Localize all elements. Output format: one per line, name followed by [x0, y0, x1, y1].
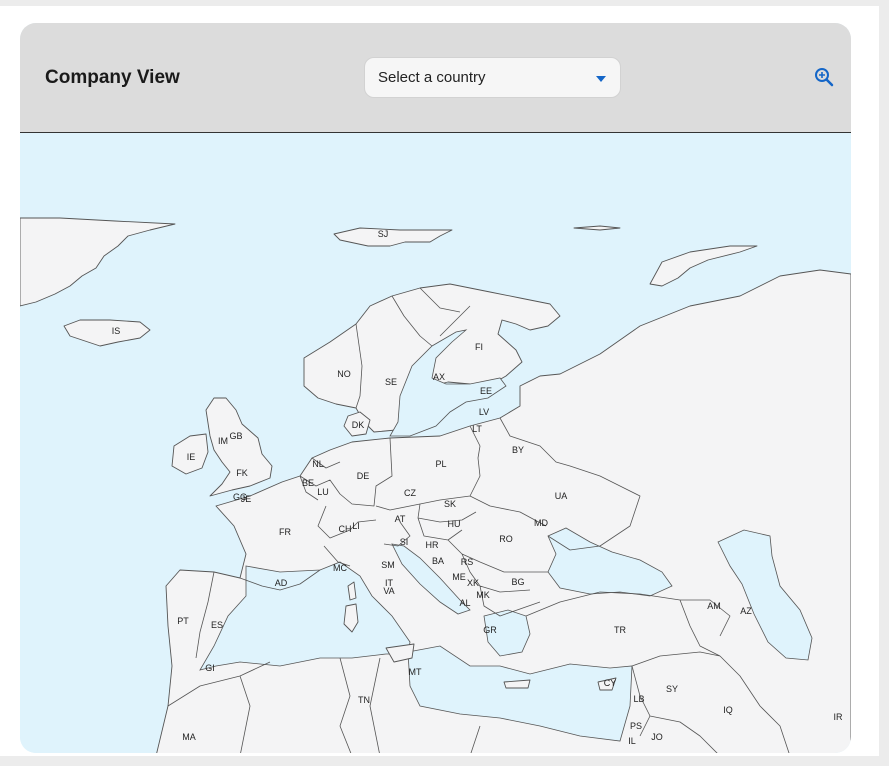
label-is: IS	[112, 326, 121, 336]
label-iq: IQ	[723, 705, 733, 715]
label-cz: CZ	[404, 488, 416, 498]
map-svg[interactable]: SJ IS FI NO SE AX EE LV LT DK IE IM GB B…	[20, 133, 851, 753]
label-at: AT	[395, 514, 406, 524]
greenland-shape	[20, 217, 176, 307]
label-lt: LT	[472, 424, 482, 434]
label-am: AM	[707, 601, 721, 611]
europe-map[interactable]: SJ IS FI NO SE AX EE LV LT DK IE IM GB B…	[20, 133, 851, 753]
label-sk: SK	[444, 499, 456, 509]
label-be: BE	[302, 478, 314, 488]
label-md: MD	[534, 518, 548, 528]
label-gb: GB	[229, 431, 242, 441]
label-li: LI	[352, 521, 360, 531]
label-es: ES	[211, 620, 223, 630]
novaya-zemlya-shape	[649, 245, 758, 287]
label-mt: MT	[409, 667, 422, 677]
label-tr: TR	[614, 625, 626, 635]
label-si: SI	[400, 537, 409, 547]
label-ba: BA	[432, 556, 444, 566]
label-sj: SJ	[378, 229, 389, 239]
label-xk: XK	[467, 578, 479, 588]
label-ua: UA	[555, 491, 568, 501]
label-cy: CY	[604, 678, 617, 688]
label-mk: MK	[476, 590, 490, 600]
iceland-shape	[63, 319, 151, 347]
label-jo: JO	[651, 732, 663, 742]
label-tn: TN	[358, 695, 370, 705]
label-hu: HU	[448, 519, 461, 529]
label-sy: SY	[666, 684, 678, 694]
label-ps: PS	[630, 721, 642, 731]
svalbard-east-shape	[573, 225, 621, 231]
label-az: AZ	[740, 606, 752, 616]
label-lv: LV	[479, 407, 489, 417]
label-ie: IE	[187, 452, 196, 462]
label-fi: FI	[475, 342, 483, 352]
label-gr: GR	[483, 625, 497, 635]
label-il: IL	[628, 736, 636, 746]
label-by: BY	[512, 445, 524, 455]
label-gi: GI	[205, 663, 215, 673]
label-se: SE	[385, 377, 397, 387]
label-pl: PL	[435, 459, 446, 469]
label-lu: LU	[317, 487, 329, 497]
label-me: ME	[452, 572, 466, 582]
company-view-card: Company View Select a country SJ IS FI N…	[20, 23, 851, 753]
chevron-down-icon	[596, 76, 606, 82]
zoom-in-icon[interactable]	[814, 67, 834, 87]
label-im: IM	[218, 436, 228, 446]
label-rs: RS	[461, 557, 474, 567]
label-mc: MC	[333, 563, 347, 573]
card-header: Company View Select a country	[20, 23, 851, 133]
svalbard-shape	[333, 227, 453, 247]
label-lb: LB	[633, 694, 644, 704]
label-fr: FR	[279, 527, 291, 537]
page-frame: Company View Select a country SJ IS FI N…	[0, 6, 879, 756]
label-ro: RO	[499, 534, 513, 544]
label-ch: CH	[339, 524, 352, 534]
label-sm: SM	[381, 560, 395, 570]
label-nl: NL	[312, 459, 324, 469]
label-ax: AX	[433, 372, 445, 382]
label-no: NO	[337, 369, 351, 379]
label-fk: FK	[236, 468, 248, 478]
label-hr: HR	[426, 540, 439, 550]
great-britain-shape	[205, 397, 273, 497]
label-de: DE	[357, 471, 370, 481]
page-title: Company View	[45, 67, 180, 88]
label-pt: PT	[177, 616, 189, 626]
label-va: VA	[383, 586, 394, 596]
label-ee: EE	[480, 386, 492, 396]
country-select-placeholder: Select a country	[378, 69, 486, 86]
label-bg: BG	[511, 577, 524, 587]
label-je: JE	[241, 494, 252, 504]
label-dk: DK	[352, 420, 365, 430]
label-ma: MA	[182, 732, 196, 742]
label-al: AL	[459, 598, 470, 608]
country-select[interactable]: Select a country	[364, 57, 621, 98]
label-ir: IR	[834, 712, 844, 722]
label-ad: AD	[275, 578, 288, 588]
